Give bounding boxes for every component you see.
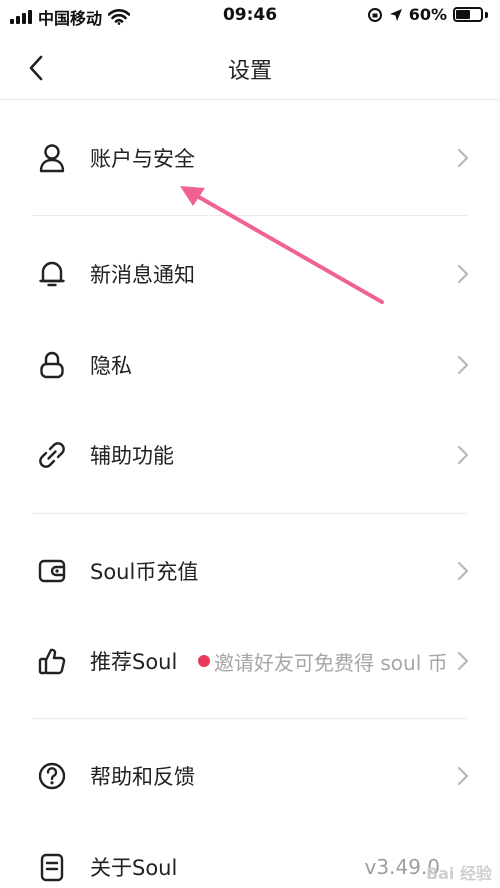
user-icon — [36, 142, 68, 174]
page-title: 设置 — [227, 59, 272, 84]
chevron-right-icon — [457, 651, 469, 671]
menu-item-notifications[interactable]: 新消息通知 — [0, 229, 500, 319]
menu-item-label: 新消息通知 — [90, 263, 195, 287]
bell-icon — [36, 258, 68, 290]
help-icon — [36, 760, 68, 792]
battery-icon — [453, 7, 483, 22]
wallet-icon — [36, 555, 68, 587]
menu-item-privacy[interactable]: 隐私 — [0, 320, 500, 410]
battery-cap — [485, 11, 488, 18]
divider — [32, 513, 468, 514]
divider — [32, 215, 468, 216]
chevron-right-icon — [457, 264, 469, 284]
watermark: Bai 经验 — [425, 864, 492, 883]
menu-item-label: 隐私 — [90, 354, 132, 378]
menu-item-label: 帮助和反馈 — [90, 765, 195, 789]
chevron-right-icon — [457, 355, 469, 375]
thumbs-up-icon — [36, 645, 68, 677]
menu-item-help-feedback[interactable]: 帮助和反馈 — [0, 731, 500, 821]
chevron-right-icon — [457, 148, 469, 168]
status-right: 60% — [367, 5, 488, 24]
menu-item-account-security[interactable]: 账户与安全 — [0, 113, 500, 203]
chevron-right-icon — [457, 561, 469, 581]
status-bar: 中国移动 09:46 60% — [0, 0, 500, 34]
menu-item-label: 辅助功能 — [90, 444, 174, 468]
menu-item-label: 账户与安全 — [90, 147, 195, 171]
menu-item-recommend-soul[interactable]: 推荐Soul 邀请好友可免费得 soul 币 — [0, 616, 500, 706]
link-icon — [36, 439, 68, 471]
chevron-right-icon — [457, 445, 469, 465]
menu-item-accessibility[interactable]: 辅助功能 — [0, 410, 500, 500]
divider — [32, 718, 468, 719]
menu-item-label: Soul币充值 — [90, 560, 199, 584]
location-icon — [389, 8, 402, 21]
menu-item-label: 关于Soul — [90, 856, 178, 880]
invite-promo-text: 邀请好友可免费得 soul 币 — [214, 650, 448, 675]
document-icon — [36, 851, 68, 883]
menu-item-label: 推荐Soul — [90, 650, 178, 674]
lock-icon — [36, 349, 68, 381]
battery-percent: 60% — [408, 5, 447, 24]
chevron-right-icon — [457, 766, 469, 786]
notification-dot — [198, 655, 210, 667]
battery-level — [456, 10, 471, 19]
orientation-lock-icon — [367, 7, 382, 22]
nav-bar: 设置 — [0, 34, 500, 100]
menu-item-soul-coin-recharge[interactable]: Soul币充值 — [0, 526, 500, 616]
